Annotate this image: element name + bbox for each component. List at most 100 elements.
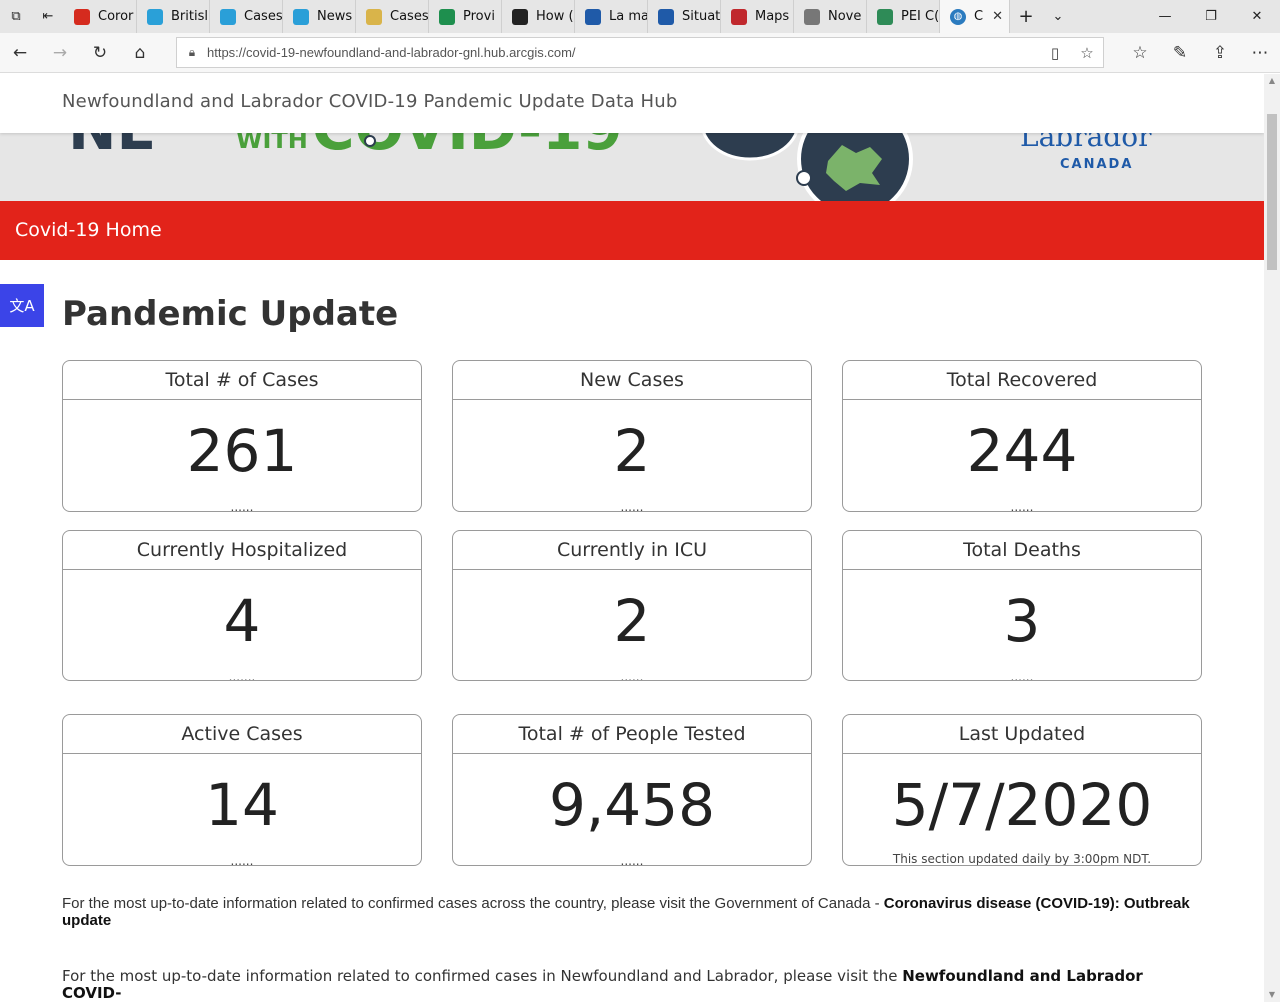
- tab-label: Britisl: [171, 9, 208, 24]
- stat-card-title: Active Cases: [63, 715, 421, 754]
- back-icon[interactable]: ←: [6, 39, 34, 67]
- scroll-thumb[interactable]: [1267, 114, 1277, 270]
- tab-4[interactable]: Cases: [356, 0, 429, 33]
- tab-label: Maps: [755, 9, 790, 24]
- favorites-list-icon[interactable]: ☆: [1126, 39, 1154, 67]
- scroll-down-icon[interactable]: ▼: [1264, 988, 1280, 1002]
- banner-nl-text: NL: [68, 133, 154, 163]
- tab-10[interactable]: Nove: [794, 0, 867, 33]
- tab-0[interactable]: Coror: [64, 0, 137, 33]
- stat-card-title: Total # of Cases: [63, 361, 421, 400]
- refresh-icon[interactable]: ↻: [86, 39, 114, 67]
- nav-home-link[interactable]: Covid-19 Home: [15, 219, 162, 241]
- stat-card-footer: ......: [620, 500, 644, 512]
- tab-6[interactable]: How (: [502, 0, 575, 33]
- more-icon[interactable]: ⋯: [1246, 39, 1274, 67]
- url-text[interactable]: https://covid-19-newfoundland-and-labrad…: [207, 45, 1039, 60]
- stat-card: Total # of People Tested 9,458......: [452, 714, 812, 866]
- home-icon[interactable]: ⌂: [126, 39, 154, 67]
- stat-card-footer: ......: [620, 854, 644, 866]
- banner-with-text: WITH: [236, 133, 308, 154]
- stat-card-value: 5/7/2020: [891, 771, 1153, 839]
- translate-icon[interactable]: ⽂A: [0, 284, 44, 327]
- tab-11[interactable]: PEI C(: [867, 0, 940, 33]
- tab-favicon-icon: [658, 8, 674, 25]
- pen-icon[interactable]: ✎: [1166, 39, 1194, 67]
- tab-favicon-icon: [439, 8, 455, 25]
- nl-info-text: For the most up-to-date information rela…: [62, 967, 903, 985]
- scroll-up-icon[interactable]: ▲: [1264, 74, 1280, 88]
- window-close-icon[interactable]: ✕: [1234, 0, 1280, 33]
- nl-info-paragraph: For the most up-to-date information rela…: [62, 968, 1202, 1002]
- tab-9[interactable]: Maps: [721, 0, 794, 33]
- stat-card-value: 4: [223, 587, 261, 655]
- site-title[interactable]: Newfoundland and Labrador COVID-19 Pande…: [62, 91, 677, 112]
- share-icon[interactable]: ⇪: [1206, 39, 1234, 67]
- scrollbar[interactable]: ▲ ▼: [1264, 74, 1280, 1002]
- tab-label: How (: [536, 9, 574, 24]
- forward-icon[interactable]: →: [46, 39, 74, 67]
- tab-favicon-icon: [74, 8, 90, 25]
- stat-card-title: Total # of People Tested: [453, 715, 811, 754]
- stat-card-value: 9,458: [548, 771, 716, 839]
- tab-favicon-icon: [220, 8, 236, 25]
- tab-label: Nove: [828, 9, 862, 24]
- canada-logo-text: CANADA: [1060, 157, 1133, 172]
- tabbar-spacer: [1074, 0, 1142, 33]
- tab-1[interactable]: Britisl: [137, 0, 210, 33]
- url-field[interactable]: 🔒︎ https://covid-19-newfoundland-and-lab…: [176, 37, 1104, 68]
- favorite-star-icon[interactable]: ☆: [1071, 44, 1103, 62]
- lock-icon: 🔒︎: [188, 45, 196, 59]
- stat-card-title: Total Recovered: [843, 361, 1201, 400]
- tab-label: La ma: [609, 9, 648, 24]
- stat-card-value: 14: [205, 771, 279, 839]
- bubble-dot-icon: [796, 170, 812, 186]
- stat-card-title: Last Updated: [843, 715, 1201, 754]
- tab-label: Situat: [682, 9, 721, 24]
- stat-card: Currently in ICU 2......: [452, 530, 812, 681]
- stat-card: Last Updated 5/7/2020 This section updated…: [842, 714, 1202, 866]
- stat-card-value: 261: [186, 417, 298, 485]
- page-content: Newfoundland and Labrador COVID-19 Pande…: [0, 74, 1264, 1002]
- stat-card: Total Recovered 244......: [842, 360, 1202, 512]
- tab-2[interactable]: Cases: [210, 0, 283, 33]
- tab-active[interactable]: ◍ C ✕: [940, 0, 1010, 33]
- tab-label: C: [974, 9, 984, 24]
- reading-view-icon[interactable]: ▯: [1039, 44, 1071, 62]
- stat-card-footer: ......: [1010, 500, 1034, 512]
- site-header: Newfoundland and Labrador COVID-19 Pande…: [0, 74, 1264, 133]
- tab-8[interactable]: Situat: [648, 0, 721, 33]
- restore-icon[interactable]: ❐: [1188, 0, 1234, 33]
- bubble-small-icon: [702, 133, 798, 161]
- labrador-logo-text: Labrador: [1020, 133, 1152, 153]
- tab-actions-icon[interactable]: ⧉: [0, 0, 32, 33]
- stat-card-footer: ......: [1010, 670, 1034, 681]
- stat-card: New Cases 2......: [452, 360, 812, 512]
- stat-card-title: New Cases: [453, 361, 811, 400]
- minimize-icon[interactable]: —: [1142, 0, 1188, 33]
- tab-list: Coror Britisl Cases News Cases Provi How (La m…: [64, 0, 940, 33]
- stat-card-footer: ......: [620, 670, 644, 681]
- tab-5[interactable]: Provi: [429, 0, 502, 33]
- stat-card-footer: ......: [230, 854, 254, 866]
- tab-7[interactable]: La ma: [575, 0, 648, 33]
- tab-favicon-icon: [512, 8, 528, 25]
- close-icon[interactable]: ✕: [992, 9, 1003, 24]
- set-tabs-aside-icon[interactable]: ⇤: [32, 0, 64, 33]
- tab-favicon-icon: [877, 8, 893, 25]
- banner-graphic: NL WITH COVID-19 Labrador CANADA: [68, 133, 1152, 201]
- stat-card: Currently Hospitalized 4.......: [62, 530, 422, 681]
- stat-card-value: 2: [613, 417, 651, 485]
- banner-dot-icon: [364, 135, 376, 147]
- tab-bar: ⧉ ⇤ Coror Britisl Cases News Cases Provi How (…: [0, 0, 1280, 33]
- tab-label: Provi: [463, 9, 495, 24]
- tab-3[interactable]: News: [283, 0, 356, 33]
- tab-favicon-icon: [804, 8, 820, 25]
- chevron-down-icon[interactable]: ⌄: [1042, 0, 1074, 33]
- banner: NL WITH COVID-19 Labrador CANADA: [0, 133, 1264, 201]
- tab-label: News: [317, 9, 353, 24]
- address-bar: ← → ↻ ⌂ 🔒︎ https://covid-19-newfoundland…: [0, 33, 1280, 73]
- tab-favicon-icon: [585, 8, 601, 25]
- stat-card: Total Deaths 3......: [842, 530, 1202, 681]
- new-tab-icon[interactable]: +: [1010, 0, 1042, 33]
